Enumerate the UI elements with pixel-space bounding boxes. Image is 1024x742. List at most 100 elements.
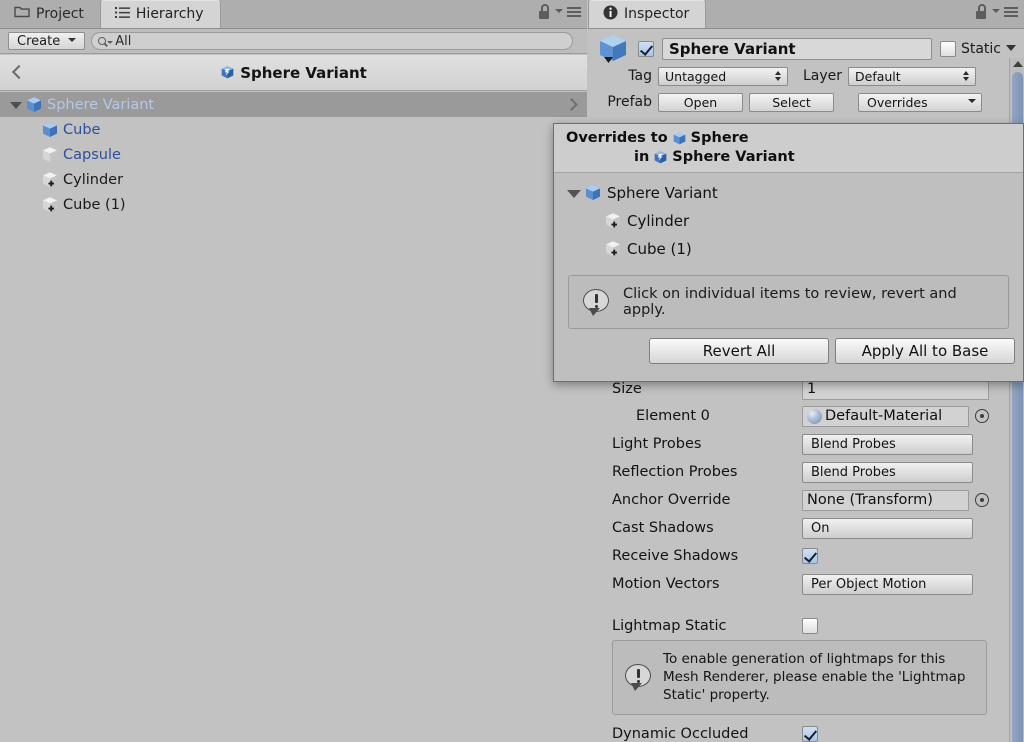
hierarchy-row-cube[interactable]: Cube: [0, 117, 587, 142]
expand-triangle-icon[interactable]: [8, 97, 24, 113]
overrides-in-prefix: in: [634, 149, 650, 165]
scroll-up-arrow-icon[interactable]: [1013, 61, 1023, 67]
chevron-down-icon[interactable]: [1006, 45, 1016, 51]
static-checkbox[interactable]: [939, 41, 956, 57]
tab-inspector[interactable]: Inspector: [588, 0, 707, 28]
overrides-hint-box: Click on individual items to review, rev…: [568, 275, 1009, 329]
expand-triangle-icon[interactable]: [566, 185, 584, 201]
inspector-name-row: Sphere Variant Static: [596, 35, 1016, 63]
apply-all-to-base-button[interactable]: Apply All to Base: [835, 338, 1015, 364]
search-input[interactable]: All: [91, 32, 573, 50]
hierarchy-row-capsule[interactable]: Capsule: [0, 142, 587, 167]
apply-all-to-base-label: Apply All to Base: [861, 342, 989, 360]
object-name-field[interactable]: Sphere Variant: [662, 38, 932, 60]
receive-shadows-checkbox[interactable]: [802, 548, 818, 564]
lightmap-help-text: To enable generation of lightmaps for th…: [663, 651, 966, 704]
chevron-down-icon[interactable]: [992, 8, 1000, 13]
element-0-label: Element 0: [636, 408, 710, 424]
overrides-title-target: Sphere: [690, 130, 749, 146]
prefab-cube-icon: [584, 184, 602, 202]
material-sphere-icon: [807, 408, 822, 424]
tab-inspector-label: Inspector: [624, 6, 690, 22]
tab-project-label: Project: [36, 5, 84, 22]
object-picker-icon[interactable]: [975, 409, 989, 423]
hierarchy-row-label: Cube: [63, 121, 101, 138]
light-probes-label: Light Probes: [612, 436, 702, 452]
revert-all-label: Revert All: [702, 342, 776, 360]
prefab-cube-icon: [672, 131, 687, 146]
inspector-properties: Size 1 Element 0 Default-Material Light …: [588, 376, 1009, 742]
reflection-probes-row: Reflection Probes Blend Probes: [588, 458, 1009, 486]
overrides-title-line1: Overrides to Sphere: [554, 130, 1023, 146]
chevron-right-icon[interactable]: [567, 97, 577, 111]
tab-hierarchy[interactable]: Hierarchy: [99, 0, 221, 28]
gray-cube-plus-icon: [604, 240, 622, 258]
chevron-down-icon: [968, 99, 976, 103]
lock-icon[interactable]: [538, 4, 551, 19]
light-probes-dropdown[interactable]: Blend Probes: [802, 433, 973, 455]
cast-shadows-dropdown[interactable]: On: [802, 517, 973, 539]
reflection-probes-dropdown[interactable]: Blend Probes: [802, 461, 973, 483]
prefab-open-button[interactable]: Open: [658, 92, 743, 112]
menu-icon[interactable]: [1004, 5, 1018, 19]
overrides-row-label: Sphere Variant: [607, 184, 718, 202]
object-picker-icon[interactable]: [975, 493, 989, 507]
hierarchy-row-label: Sphere Variant: [47, 96, 155, 113]
cast-shadows-label: Cast Shadows: [612, 520, 714, 536]
hierarchy-row-cylinder[interactable]: Cylinder: [0, 167, 587, 192]
info-icon: [603, 5, 618, 24]
element-0-object-field[interactable]: Default-Material: [802, 405, 969, 427]
overrides-row-cylinder[interactable]: Cylinder: [554, 207, 1023, 235]
prefab-cube-icon: [25, 96, 43, 114]
overrides-popup-header: Overrides to Sphere in Sphere Variant: [554, 124, 1023, 173]
back-button[interactable]: [10, 63, 22, 81]
updown-arrows-icon: [962, 69, 971, 83]
dynamic-occluded-checkbox[interactable]: [802, 725, 818, 742]
tag-label: Tag: [628, 68, 652, 84]
prefab-select-label: Select: [772, 94, 811, 110]
tab-hierarchy-label: Hierarchy: [135, 6, 204, 22]
breadcrumb-title: Sphere Variant: [240, 63, 367, 82]
hierarchy-row-sphere-variant[interactable]: Sphere Variant: [0, 92, 587, 117]
gray-cube-icon: [41, 146, 59, 164]
prefab-overrides-button[interactable]: Overrides: [858, 92, 982, 112]
tab-project[interactable]: Project: [0, 0, 100, 28]
lightmap-static-checkbox[interactable]: [802, 618, 818, 634]
tag-dropdown[interactable]: Untagged: [658, 66, 788, 86]
revert-all-button[interactable]: Revert All: [649, 338, 829, 364]
layer-dropdown[interactable]: Default: [848, 66, 976, 86]
object-enabled-checkbox[interactable]: [638, 41, 654, 57]
prefab-cube-icon: [596, 32, 630, 66]
prefab-overrides-label: Overrides: [867, 94, 928, 110]
inspector-tab-options: [975, 4, 1018, 19]
dynamic-occluded-row: Dynamic Occluded: [588, 719, 1009, 742]
chevron-down-icon: [68, 38, 77, 42]
search-input-value: All: [115, 33, 132, 49]
motion-vectors-dropdown[interactable]: Per Object Motion: [802, 573, 973, 595]
cast-shadows-value: On: [811, 520, 830, 536]
search-icon: [98, 37, 107, 45]
prefab-variant-cube-icon: [653, 150, 668, 165]
overrides-row-cube-1[interactable]: Cube (1): [554, 235, 1023, 263]
cast-shadows-row: Cast Shadows On: [588, 514, 1009, 542]
lightmap-static-label: Lightmap Static: [612, 618, 727, 634]
hierarchy-row-label: Capsule: [63, 146, 121, 163]
anchor-override-object-field[interactable]: None (Transform): [802, 489, 969, 511]
menu-icon[interactable]: [567, 5, 581, 19]
overrides-row-sphere-variant[interactable]: Sphere Variant: [554, 179, 1023, 207]
search-filter-chevron-icon[interactable]: [107, 40, 114, 44]
hierarchy-tabbar: Project Hierarchy: [0, 0, 587, 29]
prefab-select-button[interactable]: Select: [749, 92, 834, 112]
layer-label: Layer: [802, 68, 842, 84]
anchor-override-row: Anchor Override None (Transform): [588, 486, 1009, 514]
create-button[interactable]: Create: [8, 32, 86, 50]
hierarchy-row-label: Cylinder: [63, 171, 124, 188]
layer-value: Default: [855, 68, 901, 84]
light-probes-row: Light Probes Blend Probes: [588, 430, 1009, 458]
inspector-tabbar: Inspector: [588, 0, 1024, 29]
hierarchy-row-cube-1[interactable]: Cube (1): [0, 192, 587, 217]
hierarchy-toolbar: Create All: [0, 29, 587, 54]
create-button-label: Create: [17, 33, 61, 49]
lock-icon[interactable]: [975, 4, 988, 19]
chevron-down-icon[interactable]: [555, 8, 563, 13]
